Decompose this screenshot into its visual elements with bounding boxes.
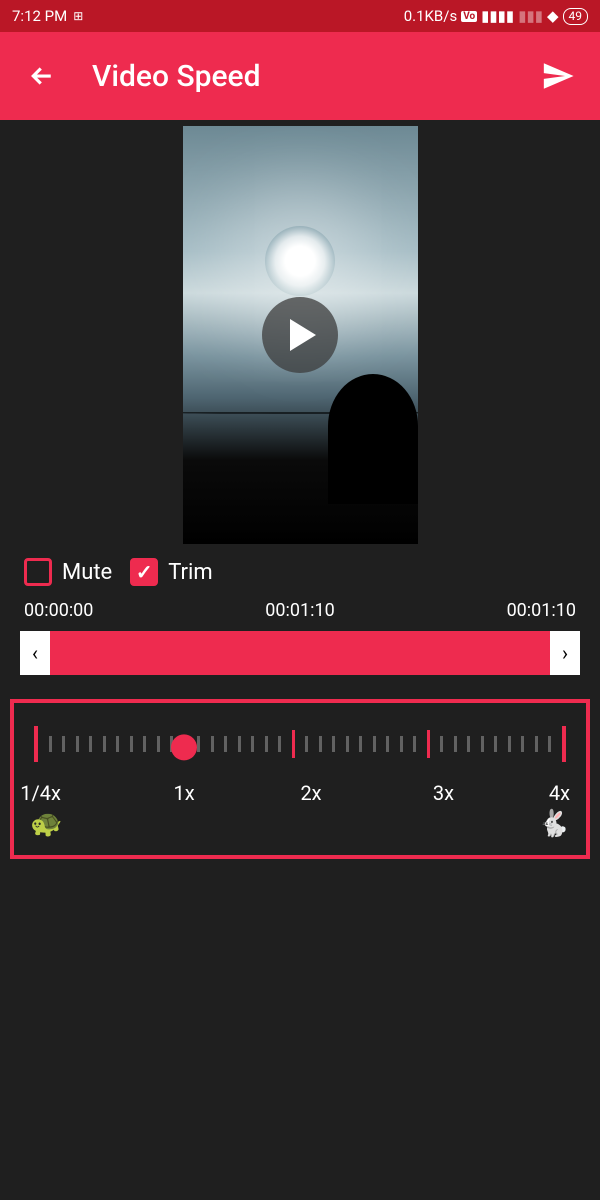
trim-fill[interactable] xyxy=(50,631,550,675)
speed-panel: 1/4x 1x 2x 3x 4x 🐢 🐇 xyxy=(10,699,590,859)
time-start: 00:00:00 xyxy=(24,600,93,621)
mute-checkbox[interactable]: Mute xyxy=(24,558,112,586)
content-area: Mute Trim 00:00:00 00:01:10 00:01:10 ‹ › xyxy=(0,120,600,859)
send-button[interactable] xyxy=(540,58,576,94)
speed-label-1: 1x xyxy=(173,781,194,805)
trim-handle-left[interactable]: ‹ xyxy=(20,631,50,675)
app-bar: Video Speed xyxy=(0,32,600,120)
timeline-times: 00:00:00 00:01:10 00:01:10 xyxy=(0,596,600,631)
speed-slider[interactable] xyxy=(24,725,576,775)
volte-icon: Vo xyxy=(461,11,477,22)
status-misc-icon: ⊞ xyxy=(73,9,83,23)
turtle-icon: 🐢 xyxy=(30,809,62,839)
status-time: 7:12 PM xyxy=(12,7,67,25)
rabbit-icon: 🐇 xyxy=(538,809,570,839)
speed-label-0: 1/4x xyxy=(20,781,61,805)
play-button[interactable] xyxy=(262,297,338,373)
trim-bar[interactable]: ‹ › xyxy=(20,631,580,675)
trim-label: Trim xyxy=(168,560,212,585)
speed-label-4: 4x xyxy=(549,781,570,805)
trim-checkbox[interactable]: Trim xyxy=(130,558,212,586)
checkbox-checked-icon xyxy=(130,558,158,586)
options-row: Mute Trim xyxy=(0,544,600,596)
play-icon xyxy=(290,319,316,351)
speed-labels: 1/4x 1x 2x 3x 4x xyxy=(24,781,576,807)
mute-label: Mute xyxy=(62,560,112,585)
battery-indicator: 49 xyxy=(563,8,589,25)
back-button[interactable] xyxy=(24,58,60,94)
trim-handle-right[interactable]: › xyxy=(550,631,580,675)
speed-label-2: 2x xyxy=(300,781,321,805)
status-bar: 7:12 PM ⊞ 0.1KB/s Vo ▮▮▮▮ ▮▮▮ ◆ 49 xyxy=(0,0,600,32)
checkbox-icon xyxy=(24,558,52,586)
speed-label-3: 3x xyxy=(433,781,454,805)
time-end: 00:01:10 xyxy=(507,600,576,621)
time-current: 00:01:10 xyxy=(265,600,334,621)
signal-icon: ▮▮▮▮ xyxy=(481,7,514,25)
speed-slider-thumb[interactable] xyxy=(171,734,197,760)
video-preview[interactable] xyxy=(183,126,418,544)
wifi-icon: ◆ xyxy=(547,7,559,25)
page-title: Video Speed xyxy=(92,59,508,94)
status-data-rate: 0.1KB/s xyxy=(404,7,458,25)
signal-icon-2: ▮▮▮ xyxy=(518,7,543,25)
video-thumbnail-graphic xyxy=(265,226,335,296)
